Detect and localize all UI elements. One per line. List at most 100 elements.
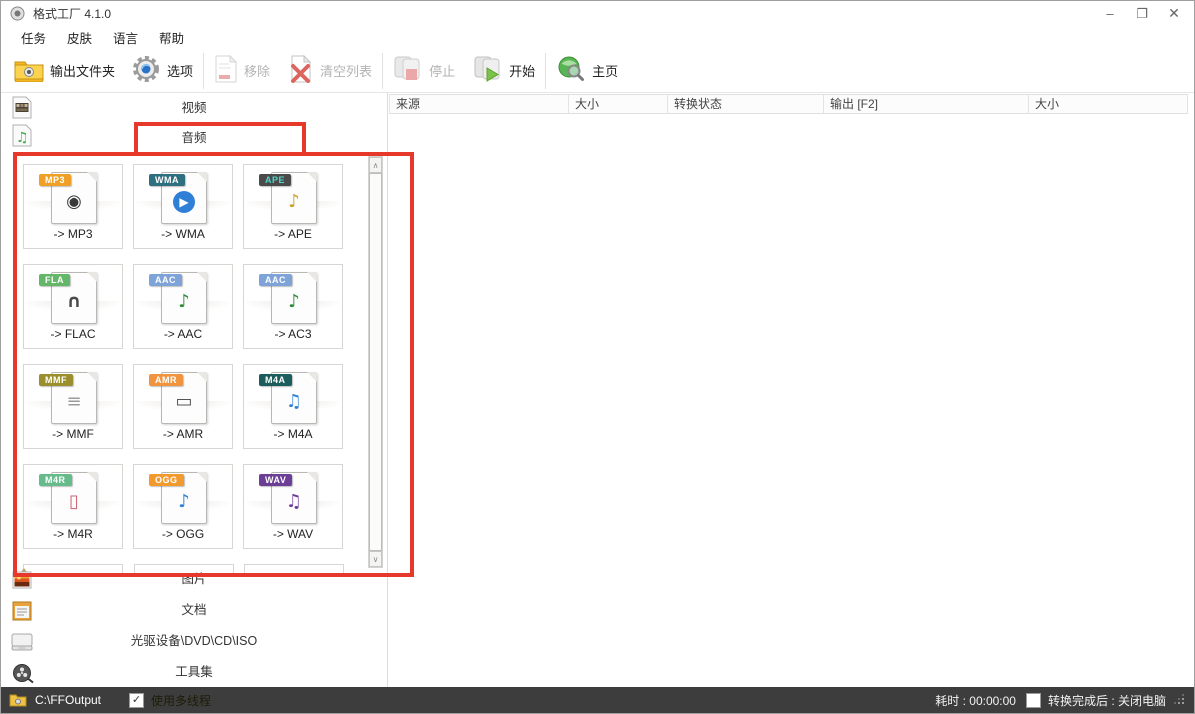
scroll-up-button[interactable]: ∧ xyxy=(369,157,382,173)
app-icon xyxy=(10,6,25,21)
stop-icon xyxy=(393,55,423,86)
menu-help[interactable]: 帮助 xyxy=(159,28,184,47)
note-speaker-icon: ♪ xyxy=(173,291,195,313)
tab-video[interactable]: 视频 xyxy=(1,94,387,122)
file-page-icon: AMR ▭ xyxy=(161,372,207,424)
format-card-ogg[interactable]: OGG ♪ -> OGG xyxy=(133,464,233,549)
start-label: 开始 xyxy=(509,61,535,80)
format-card-m4r[interactable]: M4R ▯ -> M4R xyxy=(23,464,123,549)
remove-label: 移除 xyxy=(244,61,270,80)
format-badge: OGG xyxy=(149,474,184,486)
phone-icon: ▯ xyxy=(63,491,85,513)
format-badge: FLA xyxy=(39,274,70,286)
start-button[interactable]: 开始 xyxy=(473,55,535,86)
home-button[interactable]: 主页 xyxy=(556,55,618,86)
format-card-mp3[interactable]: MP3 ◉ -> MP3 xyxy=(23,164,123,249)
options-button[interactable]: 选项 xyxy=(131,54,193,87)
column-size[interactable]: 大小 xyxy=(569,94,668,114)
toolbar-separator xyxy=(545,53,546,89)
shutdown-label: 转换完成后 : 关闭电脑 xyxy=(1048,692,1166,709)
clear-list-icon xyxy=(288,55,314,86)
home-globe-icon xyxy=(556,55,586,86)
tab-audio[interactable]: 音频 xyxy=(1,122,387,154)
format-badge: AAC xyxy=(259,274,292,286)
format-label: -> MMF xyxy=(24,427,122,441)
column-source[interactable]: 来源 xyxy=(389,94,569,114)
output-path[interactable]: C:\FFOutput xyxy=(35,693,101,707)
format-card-mmf[interactable]: MMF ≡ -> MMF xyxy=(23,364,123,449)
tab-picture[interactable]: 图片 xyxy=(1,564,387,595)
panel-divider xyxy=(387,92,388,689)
resize-grip-icon[interactable] xyxy=(1176,696,1184,704)
format-card-wav[interactable]: WAV ♫ -> WAV xyxy=(243,464,343,549)
file-page-icon: AAC ♪ xyxy=(161,272,207,324)
format-badge: AMR xyxy=(149,374,183,386)
remove-icon xyxy=(214,55,238,86)
menu-language[interactable]: 语言 xyxy=(113,28,138,47)
format-card-aac[interactable]: AAC ♪ -> AAC xyxy=(133,264,233,349)
format-badge: AAC xyxy=(149,274,182,286)
recorder-icon: ▭ xyxy=(173,391,195,413)
headphones-icon: ∩ xyxy=(63,291,85,313)
column-size2[interactable]: 大小 xyxy=(1029,94,1188,114)
shutdown-checkbox[interactable] xyxy=(1026,693,1041,708)
clear-list-label: 清空列表 xyxy=(320,61,372,80)
audio-format-grid: MP3 ◉ -> MP3 WMA ▶ -> WMA APE ♪ -> APE F… xyxy=(23,164,343,549)
menu-skin[interactable]: 皮肤 xyxy=(67,28,92,47)
format-card-flac[interactable]: FLA ∩ -> FLAC xyxy=(23,264,123,349)
tab-document[interactable]: 文档 xyxy=(1,595,387,626)
scrollbar-thumb[interactable] xyxy=(369,173,382,551)
play-orb-icon: ▶ xyxy=(173,191,195,213)
file-page-icon: M4R ▯ xyxy=(51,472,97,524)
format-label: -> M4R xyxy=(24,527,122,541)
file-page-icon: FLA ∩ xyxy=(51,272,97,324)
home-label: 主页 xyxy=(592,61,618,80)
clear-list-button[interactable]: 清空列表 xyxy=(288,55,372,86)
options-label: 选项 xyxy=(167,61,193,80)
minimize-button[interactable]: – xyxy=(1094,1,1126,26)
format-label: -> OGG xyxy=(134,527,232,541)
format-label: -> WAV xyxy=(244,527,342,541)
music-notes-icon: ♫ xyxy=(283,491,305,513)
stop-button[interactable]: 停止 xyxy=(393,55,455,86)
close-button[interactable]: ✕ xyxy=(1158,1,1190,26)
tab-video-label: 视频 xyxy=(181,94,206,122)
remove-button[interactable]: 移除 xyxy=(214,55,270,86)
multithread-checkbox[interactable]: ✓ xyxy=(129,693,144,708)
toolbar-separator xyxy=(203,53,204,89)
tab-document-label: 文档 xyxy=(181,595,206,626)
output-folder-button[interactable]: 输出文件夹 xyxy=(14,56,115,85)
maximize-button[interactable]: ❐ xyxy=(1126,1,1158,26)
file-page-icon: AAC ♪ xyxy=(271,272,317,324)
format-label: -> FLAC xyxy=(24,327,122,341)
format-card-amr[interactable]: AMR ▭ -> AMR xyxy=(133,364,233,449)
file-page-icon: APE ♪ xyxy=(271,172,317,224)
menu-task[interactable]: 任务 xyxy=(21,28,46,47)
format-card-wma[interactable]: WMA ▶ -> WMA xyxy=(133,164,233,249)
stop-label: 停止 xyxy=(429,61,455,80)
elapsed-time: 耗时 : 00:00:00 xyxy=(935,692,1016,709)
format-label: -> AMR xyxy=(134,427,232,441)
note-disc-icon: ♫ xyxy=(283,391,305,413)
format-label: -> AC3 xyxy=(244,327,342,341)
format-badge: M4A xyxy=(259,374,292,386)
menu-bar: 任务 皮肤 语言 帮助 xyxy=(1,26,1194,49)
output-folder-icon xyxy=(14,56,44,85)
format-card-ape[interactable]: APE ♪ -> APE xyxy=(243,164,343,249)
grid-scrollbar[interactable]: ∧ ∨ xyxy=(368,156,383,568)
music-note-icon: ♪ xyxy=(173,491,195,513)
tab-disc[interactable]: 光驱设备\DVD\CD\ISO xyxy=(1,626,387,657)
toolbar-divider xyxy=(1,92,1194,93)
tab-toolset[interactable]: 工具集 xyxy=(1,657,387,688)
column-output[interactable]: 输出 [F2] xyxy=(824,94,1029,114)
toolbar: 输出文件夹 选项 移除 xyxy=(1,49,1194,92)
multithread-label: 使用多线程 xyxy=(151,692,211,709)
format-card-ac3[interactable]: AAC ♪ -> AC3 xyxy=(243,264,343,349)
column-status[interactable]: 转换状态 xyxy=(668,94,824,114)
tab-picture-label: 图片 xyxy=(181,564,206,595)
output-path-folder-icon[interactable] xyxy=(9,693,27,707)
format-badge: APE xyxy=(259,174,291,186)
speaker-icon: ◉ xyxy=(63,191,85,213)
file-page-icon: MP3 ◉ xyxy=(51,172,97,224)
format-card-m4a[interactable]: M4A ♫ -> M4A xyxy=(243,364,343,449)
